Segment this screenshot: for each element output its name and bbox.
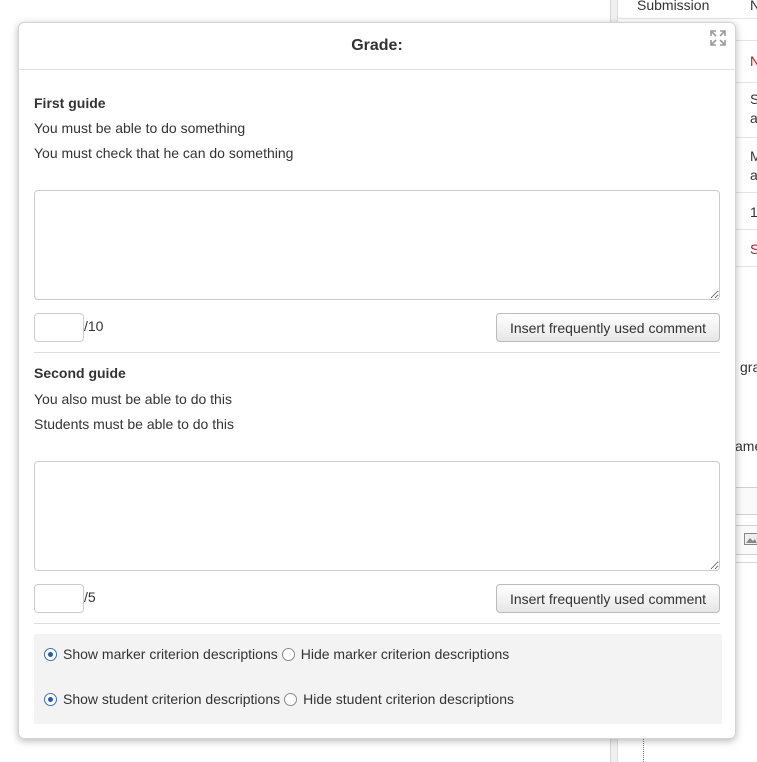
max-score-second: /5 [84,589,96,605]
student-options-row: Show student criterion descriptions Hide… [44,691,518,707]
guide-title-second: Second guide [34,365,126,381]
radio-hide-marker[interactable] [281,647,295,661]
dialog-title: Grade: [351,37,403,54]
max-score-first: /10 [84,318,104,334]
guide-description: Students must be able to do this [34,416,235,432]
guide-title-first: First guide [34,95,106,111]
radio-label[interactable]: Show student criterion descriptions [63,691,280,707]
dialog-header: Grade: [19,23,735,70]
background-divider [643,735,644,762]
comment-textarea-first[interactable] [34,190,720,300]
image-icon [744,533,757,545]
guide-description: You also must be able to do this [34,391,232,407]
marker-options-row: Show marker criterion descriptions Hide … [44,646,513,662]
bg-cell: N [750,0,757,13]
bg-cell: a [750,110,757,126]
radio-hide-student[interactable] [284,692,298,706]
bg-cell: M [750,148,757,164]
radio-show-student[interactable] [44,692,57,706]
grade-dialog: Grade: First guide You must be able to d… [18,22,736,739]
comment-textarea-second[interactable] [34,461,720,571]
guide-separator [34,623,720,624]
radio-show-marker[interactable] [44,647,57,661]
bg-cell: ame [735,438,757,454]
bg-cell: S [750,91,757,107]
insert-comment-button-second[interactable]: Insert frequently used comment [496,584,720,613]
bg-cell: N [750,53,757,69]
bg-cell: a [750,167,757,183]
bg-cell: 1 [750,204,757,220]
score-input-first[interactable] [34,313,84,342]
display-options: Show marker criterion descriptions Hide … [34,634,722,724]
expand-icon[interactable] [709,29,727,47]
bg-submission-header: Submission [637,0,710,13]
score-input-second[interactable] [34,584,84,613]
guide-description: You must be able to do something [34,120,246,136]
radio-label[interactable]: Hide marker criterion descriptions [301,646,510,662]
guide-description: You must check that he can do something [34,145,294,161]
bg-cell: S [750,241,757,257]
bg-cell: gra [740,359,757,375]
radio-label[interactable]: Hide student criterion descriptions [303,691,514,707]
guide-separator [34,352,720,353]
insert-comment-button-first[interactable]: Insert frequently used comment [496,313,720,342]
radio-label[interactable]: Show marker criterion descriptions [63,646,278,662]
